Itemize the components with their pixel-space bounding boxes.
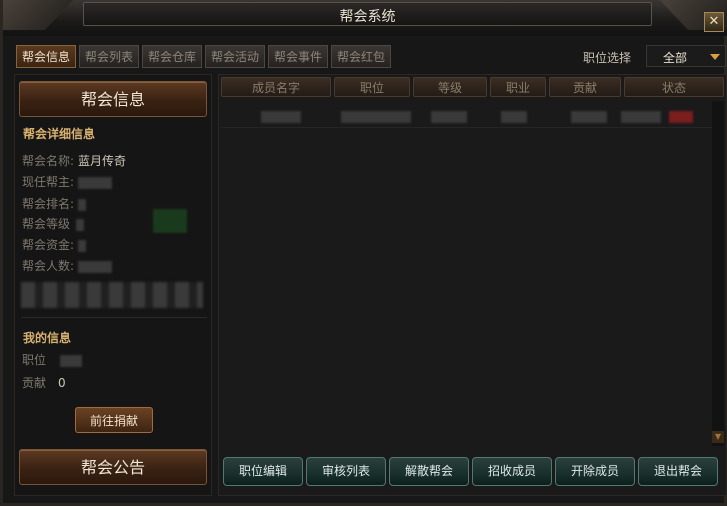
guild-level-row: 帮会等级	[22, 215, 85, 232]
col-position[interactable]: 职位	[334, 77, 410, 97]
guild-name-label: 帮会名称:	[22, 154, 75, 168]
guild-members-row: 帮会人数:	[22, 257, 113, 274]
col-contribution[interactable]: 贡献	[549, 77, 621, 97]
redacted-value	[501, 111, 527, 123]
my-contribution-row: 贡献 0	[22, 374, 66, 391]
window-title: 帮会系统	[339, 9, 396, 25]
guild-name-value: 蓝月传奇	[78, 154, 127, 168]
col-member-name[interactable]: 成员名字	[221, 77, 331, 97]
announcement-button[interactable]: 帮会公告	[19, 449, 207, 485]
my-position-row: 职位	[22, 351, 83, 368]
redacted-value	[431, 111, 467, 123]
status-badge	[669, 111, 693, 123]
my-position-label: 职位	[22, 353, 47, 367]
position-filter-select[interactable]: 全部	[646, 45, 726, 67]
title-ornament-left	[3, 0, 73, 30]
tab-guild-activity[interactable]: 帮会活动	[205, 45, 265, 68]
guild-funds-label: 帮会资金:	[22, 238, 75, 252]
edit-position-button[interactable]: 职位编辑	[223, 457, 303, 486]
expel-member-button[interactable]: 开除成员	[555, 457, 635, 486]
position-filter-value: 全部	[663, 51, 688, 65]
tab-guild-warehouse[interactable]: 帮会仓库	[142, 45, 202, 68]
chevron-down-icon[interactable]	[710, 54, 720, 60]
divider	[21, 317, 207, 318]
redacted-value	[78, 176, 113, 189]
redacted-value	[261, 111, 301, 123]
tab-guild-redpacket[interactable]: 帮会红包	[331, 45, 391, 68]
redacted-value	[341, 111, 411, 123]
my-info-title: 我的信息	[23, 331, 72, 345]
redacted-value	[78, 198, 87, 211]
guild-funds-row: 帮会资金:	[22, 236, 87, 253]
tab-guild-info[interactable]: 帮会信息	[16, 45, 76, 68]
redacted-value	[571, 111, 607, 123]
redacted-value	[78, 260, 113, 273]
position-filter-label: 职位选择	[583, 51, 632, 65]
redacted-value	[76, 218, 85, 231]
guild-leader-label: 现任帮主:	[22, 175, 75, 189]
my-contribution-label: 贡献	[22, 376, 47, 390]
guild-leader-row: 现任帮主:	[22, 173, 113, 190]
guild-info-header-button[interactable]: 帮会信息	[19, 81, 207, 117]
redacted-notice	[21, 282, 203, 308]
title-bar: 帮会系统 ✕	[3, 0, 727, 36]
disband-guild-button[interactable]: 解散帮会	[389, 457, 469, 486]
guild-members-label: 帮会人数:	[22, 259, 75, 273]
leave-guild-button[interactable]: 退出帮会	[638, 457, 718, 486]
tab-guild-events[interactable]: 帮会事件	[268, 45, 328, 68]
guild-rank-label: 帮会排名:	[22, 197, 75, 211]
scrollbar[interactable]	[712, 101, 724, 446]
guild-window: 帮会系统 ✕ 帮会信息 帮会列表 帮会仓库 帮会活动 帮会事件 帮会红包 职位选…	[0, 0, 727, 506]
title-frame: 帮会系统	[83, 2, 652, 26]
tab-guild-list[interactable]: 帮会列表	[79, 45, 139, 68]
col-class[interactable]: 职业	[490, 77, 546, 97]
redacted-value	[78, 239, 87, 252]
guild-rank-row: 帮会排名:	[22, 195, 87, 212]
redacted-value	[60, 354, 83, 367]
my-contribution-value: 0	[58, 376, 66, 390]
col-status[interactable]: 状态	[624, 77, 724, 97]
guild-level-label: 帮会等级	[22, 217, 71, 231]
col-level[interactable]: 等级	[413, 77, 487, 97]
review-list-button[interactable]: 审核列表	[306, 457, 386, 486]
recruit-member-button[interactable]: 招收成员	[472, 457, 552, 486]
level-emblem	[153, 209, 187, 233]
scroll-down-icon[interactable]: ▼	[712, 431, 724, 443]
redacted-value	[621, 111, 661, 123]
member-list-panel: 成员名字 职位 等级 职业 贡献 状态 ▼ 职位编辑 审核列表 解散帮会 招收成…	[218, 74, 727, 496]
guild-name-row: 帮会名称: 蓝月传奇	[22, 152, 126, 169]
detail-section-title: 帮会详细信息	[23, 127, 96, 141]
donate-button[interactable]: 前往捐献	[75, 407, 153, 433]
table-row[interactable]	[221, 105, 723, 128]
guild-info-panel: 帮会信息 帮会详细信息 帮会名称: 蓝月传奇 现任帮主: 帮会排名: 帮会等级 帮…	[14, 74, 212, 496]
close-icon[interactable]: ✕	[704, 12, 724, 32]
